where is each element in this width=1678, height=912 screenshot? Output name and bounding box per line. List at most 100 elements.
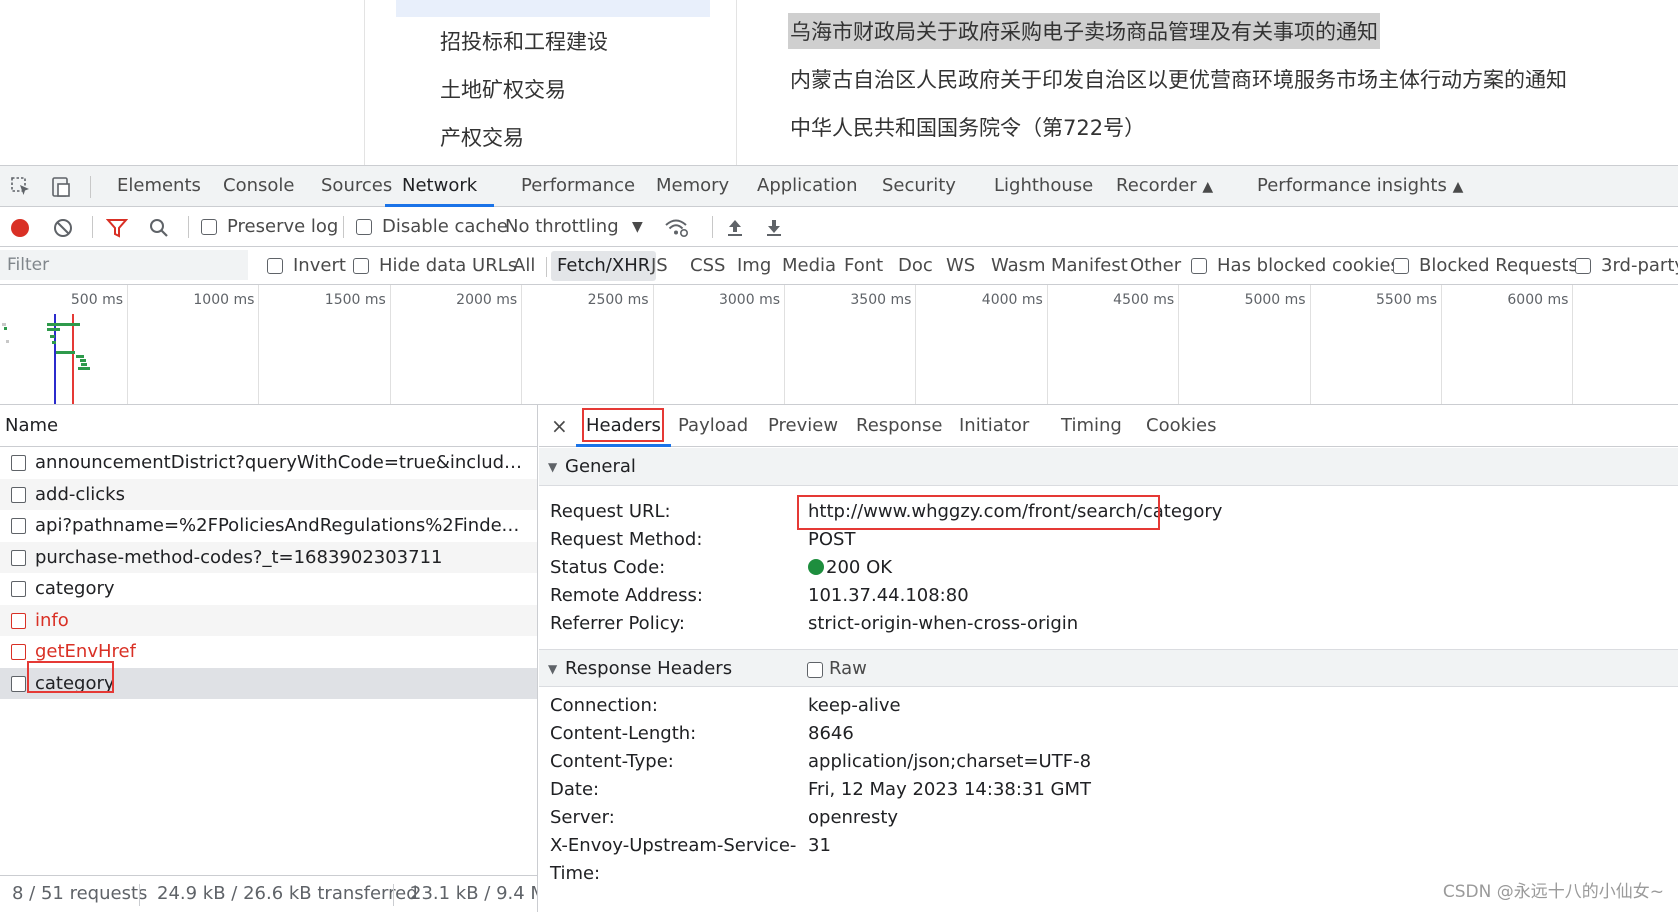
network-overview-timeline[interactable]: 500 ms 1000 ms 1500 ms 2000 ms 2500 ms 3000 m… bbox=[0, 285, 1678, 405]
tab-preview[interactable]: Preview bbox=[768, 405, 838, 447]
header-value[interactable]: strict-origin-when-cross-origin bbox=[808, 613, 1078, 634]
filter-input[interactable] bbox=[0, 250, 248, 280]
tab-security[interactable]: Security bbox=[882, 166, 956, 207]
news-link[interactable]: 中华人民共和国国务院令（第722号） bbox=[790, 112, 1145, 142]
request-row[interactable]: category bbox=[0, 573, 537, 605]
close-icon[interactable]: × bbox=[551, 405, 568, 447]
search-icon[interactable] bbox=[146, 215, 172, 241]
filter-type-doc[interactable]: Doc bbox=[892, 251, 939, 281]
timeline-gridline bbox=[521, 285, 523, 404]
filter-type-manifest[interactable]: Manifest bbox=[1045, 251, 1134, 281]
blocked-requests-label[interactable]: Blocked Requests bbox=[1413, 251, 1584, 281]
record-icon[interactable] bbox=[7, 215, 33, 241]
hide-data-urls-checkbox[interactable] bbox=[353, 258, 369, 274]
header-value[interactable]: POST bbox=[808, 529, 855, 550]
tab-recorder[interactable]: Recorder ▲ bbox=[1116, 166, 1213, 207]
third-party-label[interactable]: 3rd-party bbox=[1595, 251, 1678, 281]
response-headers-section-header[interactable]: ▼ Response Headers Raw bbox=[539, 649, 1678, 687]
request-summary-bar: 8 / 51 requests 24.9 kB / 26.6 kB transf… bbox=[0, 875, 537, 912]
news-link[interactable]: 内蒙古自治区人民政府关于印发自治区以更优营商环境服务市场主体行动方案的通知 bbox=[790, 64, 1567, 94]
request-row[interactable]: api?pathname=%2FPoliciesAndRegulations%2… bbox=[0, 510, 537, 542]
chevron-down-icon[interactable]: ▼ bbox=[632, 207, 643, 247]
tab-lighthouse[interactable]: Lighthouse bbox=[994, 166, 1093, 207]
import-har-icon[interactable] bbox=[722, 215, 748, 241]
page-divider bbox=[364, 0, 365, 165]
filter-type-other[interactable]: Other bbox=[1124, 251, 1187, 281]
request-row[interactable]: info bbox=[0, 604, 537, 636]
clear-icon[interactable] bbox=[50, 215, 76, 241]
tab-application[interactable]: Application bbox=[757, 166, 858, 207]
disable-cache-checkbox[interactable] bbox=[356, 219, 372, 235]
header-value[interactable]: application/json;charset=UTF-8 bbox=[808, 751, 1091, 772]
network-conditions-icon[interactable] bbox=[664, 215, 690, 241]
status-divider bbox=[139, 884, 140, 906]
header-value[interactable]: http://www.whggzy.com/front/search/categ… bbox=[808, 501, 1222, 522]
sidebar-item-property[interactable]: 产权交易 bbox=[440, 122, 524, 152]
raw-checkbox[interactable] bbox=[807, 662, 823, 678]
request-row[interactable]: add-clicks bbox=[0, 478, 537, 510]
preserve-log-checkbox[interactable] bbox=[201, 219, 217, 235]
header-value[interactable]: keep-alive bbox=[808, 695, 901, 716]
has-blocked-cookies-checkbox[interactable] bbox=[1191, 258, 1207, 274]
inspect-element-icon[interactable] bbox=[8, 174, 34, 200]
tab-network[interactable]: Network bbox=[385, 166, 495, 207]
third-party-checkbox[interactable] bbox=[1575, 258, 1591, 274]
filter-type-media[interactable]: Media bbox=[776, 251, 842, 281]
request-row[interactable]: purchase-method-codes?_t=1683902303711 bbox=[0, 541, 537, 573]
blocked-requests-checkbox[interactable] bbox=[1393, 258, 1409, 274]
tab-headers[interactable]: Headers bbox=[576, 405, 671, 447]
tab-sources[interactable]: Sources bbox=[321, 166, 392, 207]
hide-data-urls-label[interactable]: Hide data URLs bbox=[373, 251, 523, 281]
sidebar-item-land-mining[interactable]: 土地矿权交易 bbox=[440, 74, 566, 104]
waterfall-bar bbox=[47, 323, 80, 326]
general-section-header[interactable]: ▼ General bbox=[539, 448, 1678, 486]
document-icon bbox=[11, 455, 26, 471]
tab-memory[interactable]: Memory bbox=[656, 166, 729, 207]
sidebar-item-bidding[interactable]: 招投标和工程建设 bbox=[440, 26, 608, 56]
tab-cookies[interactable]: Cookies bbox=[1146, 405, 1216, 447]
active-sidebar-item-strip[interactable] bbox=[396, 0, 710, 17]
invert-label[interactable]: Invert bbox=[287, 251, 352, 281]
tab-initiator[interactable]: Initiator bbox=[959, 405, 1029, 447]
tab-performance-insights[interactable]: Performance insights ▲ bbox=[1257, 166, 1463, 207]
header-value[interactable]: openresty bbox=[808, 807, 898, 828]
raw-label[interactable]: Raw bbox=[829, 650, 867, 688]
filter-icon[interactable] bbox=[104, 215, 130, 241]
header-value[interactable]: 200 OK bbox=[808, 557, 892, 578]
has-blocked-cookies-label[interactable]: Has blocked cookies bbox=[1211, 251, 1406, 281]
throttling-select[interactable]: No throttling bbox=[505, 207, 619, 247]
filter-type-ws[interactable]: WS bbox=[940, 251, 981, 281]
request-row[interactable]: announcementDistrict?queryWithCode=true&… bbox=[0, 447, 537, 479]
request-row[interactable]: getEnvHref bbox=[0, 636, 537, 668]
disable-cache-label[interactable]: Disable cache bbox=[382, 207, 508, 247]
document-icon bbox=[11, 675, 26, 692]
header-value[interactable]: 31 bbox=[808, 835, 831, 856]
device-toolbar-icon[interactable] bbox=[48, 174, 74, 200]
filter-type-css[interactable]: CSS bbox=[684, 251, 731, 281]
invert-checkbox[interactable] bbox=[267, 258, 283, 274]
column-header-name[interactable]: Name bbox=[0, 405, 537, 447]
filter-type-all[interactable]: All bbox=[507, 251, 541, 281]
tab-timing[interactable]: Timing bbox=[1061, 405, 1122, 447]
tab-elements[interactable]: Elements bbox=[117, 166, 201, 207]
filter-type-fetch-xhr[interactable]: Fetch/XHR bbox=[551, 251, 657, 281]
filter-type-font[interactable]: Font bbox=[838, 251, 889, 281]
filter-type-wasm[interactable]: Wasm bbox=[985, 251, 1052, 281]
export-har-icon[interactable] bbox=[761, 215, 787, 241]
header-value[interactable]: Fri, 12 May 2023 14:38:31 GMT bbox=[808, 779, 1091, 800]
response-headers-title: Response Headers bbox=[565, 658, 733, 679]
filter-type-img[interactable]: Img bbox=[731, 251, 777, 281]
tab-performance[interactable]: Performance bbox=[521, 166, 635, 207]
preserve-log-label[interactable]: Preserve log bbox=[227, 207, 338, 247]
tab-payload[interactable]: Payload bbox=[678, 405, 748, 447]
status-code-text: 200 OK bbox=[826, 557, 893, 578]
header-value[interactable]: 101.37.44.108:80 bbox=[808, 585, 969, 606]
header-value[interactable]: 8646 bbox=[808, 723, 854, 744]
waterfall-bar bbox=[80, 359, 86, 362]
tab-console[interactable]: Console bbox=[223, 166, 294, 207]
filter-type-js[interactable]: JS bbox=[645, 251, 674, 281]
request-row[interactable]: category bbox=[0, 667, 537, 699]
tab-response[interactable]: Response bbox=[856, 405, 942, 447]
waterfall-bar bbox=[6, 340, 9, 343]
news-link[interactable]: 乌海市财政局关于政府采购电子卖场商品管理及有关事项的通知 bbox=[788, 13, 1380, 49]
